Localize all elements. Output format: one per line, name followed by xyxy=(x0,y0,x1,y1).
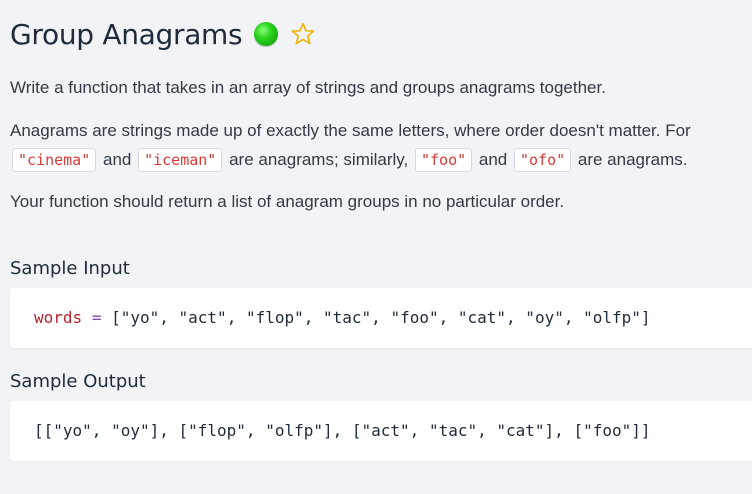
sample-output-heading: Sample Output xyxy=(10,371,146,392)
text-and: and xyxy=(102,150,132,169)
text-similarly: are anagrams; similarly, xyxy=(229,150,409,169)
code-operator: = xyxy=(91,308,102,327)
description-paragraph-2-line-2: "cinema" and "iceman" are anagrams; simi… xyxy=(10,148,688,172)
difficulty-indicator-icon xyxy=(254,22,279,46)
description-paragraph-3: Your function should return a list of an… xyxy=(10,192,565,211)
sample-input-code-block: words = ["yo", "act", "flop", "tac", "fo… xyxy=(10,288,752,348)
star-outline-icon[interactable] xyxy=(290,21,316,47)
sample-output-code-line: [["yo", "oy"], ["flop", "olfp"], ["act",… xyxy=(34,421,651,440)
description-paragraph-2-line-1: Anagrams are strings made up of exactly … xyxy=(10,121,691,140)
problem-title: Group Anagrams xyxy=(10,17,243,51)
sample-input-code-line: words = ["yo", "act", "flop", "tac", "fo… xyxy=(34,308,651,327)
description-paragraph-1: Write a function that takes in an array … xyxy=(10,78,606,97)
sample-input-heading: Sample Input xyxy=(10,258,130,279)
text-and: and xyxy=(478,150,508,169)
code-array-value: ["yo", "act", "flop", "tac", "foo", "cat… xyxy=(111,308,651,327)
sample-output-code-block: [["yo", "oy"], ["flop", "olfp"], ["act",… xyxy=(10,401,752,461)
inline-code-cinema: "cinema" xyxy=(12,148,97,172)
inline-code-ofo: "ofo" xyxy=(514,148,572,172)
text-are-anagrams: are anagrams. xyxy=(577,150,688,169)
inline-code-iceman: "iceman" xyxy=(138,148,223,172)
title-row: Group Anagrams xyxy=(10,14,316,54)
code-variable-name: words xyxy=(34,308,83,327)
inline-code-foo: "foo" xyxy=(415,148,473,172)
